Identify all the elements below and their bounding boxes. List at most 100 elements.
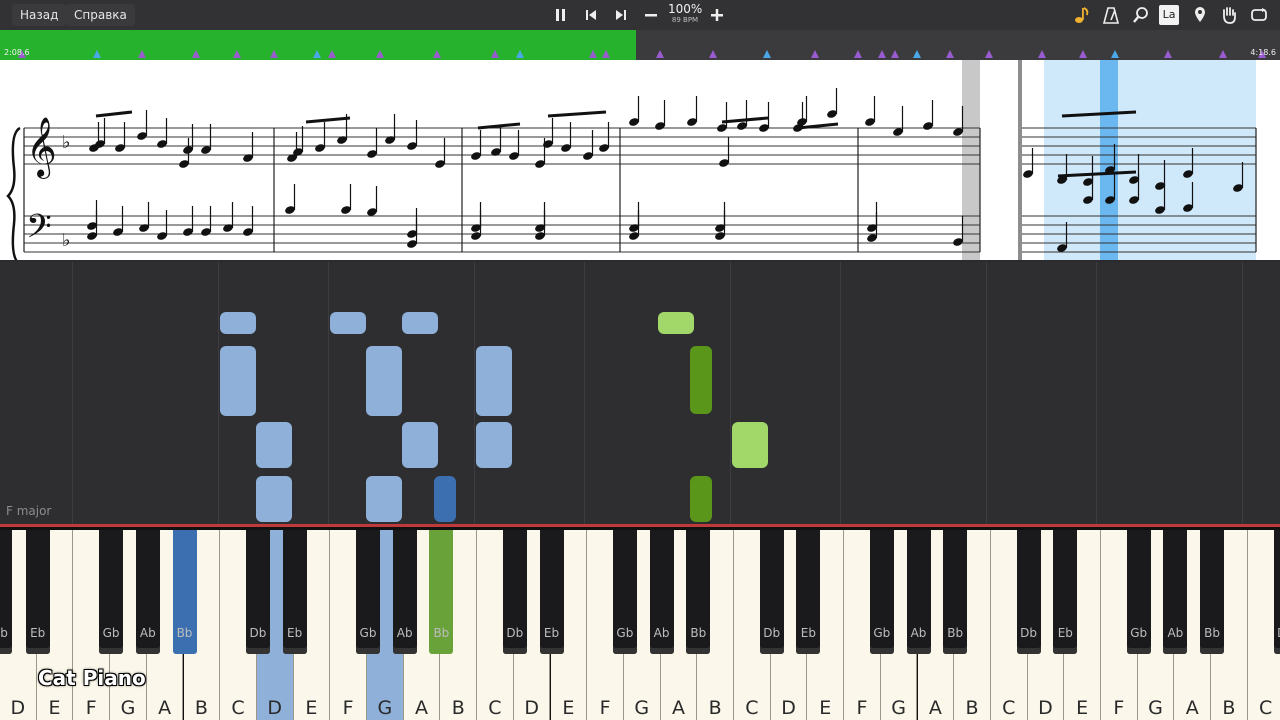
black-key[interactable]: Eb xyxy=(25,530,50,654)
roll-measure-line xyxy=(474,262,475,524)
key-label: Ab xyxy=(653,626,670,640)
black-key[interactable]: Ab xyxy=(392,530,417,654)
key-label: A xyxy=(415,697,429,719)
black-key[interactable]: Eb xyxy=(796,530,821,654)
timeline-marker xyxy=(811,50,819,58)
note-icon[interactable] xyxy=(1070,4,1092,26)
black-key[interactable]: Gb xyxy=(612,530,637,654)
key-label: E xyxy=(305,697,318,719)
hand-icon[interactable] xyxy=(1218,4,1240,26)
key-label: Bb xyxy=(947,626,964,640)
piano-keyboard: DEFGABCDEFGABCDEFGABCDEFGABCDEFGABCBbEbG… xyxy=(0,524,1280,720)
top-toolbar: Назад Справка 100% 89 BPM La xyxy=(0,0,1280,30)
sheet-music: 𝄞 𝄢 ♭ ♭ xyxy=(6,60,1257,260)
minus-icon[interactable] xyxy=(640,4,662,26)
falling-note xyxy=(690,476,712,522)
black-key[interactable]: Gb xyxy=(99,530,124,654)
black-key[interactable]: Bb xyxy=(1200,530,1225,654)
skip-forward-icon[interactable] xyxy=(610,4,632,26)
key-label: C xyxy=(1259,697,1273,719)
black-key[interactable]: Gb xyxy=(1126,530,1151,654)
roll-measure-line xyxy=(840,262,841,524)
metronome-icon[interactable] xyxy=(1100,4,1122,26)
plus-icon[interactable] xyxy=(706,4,728,26)
roll-measure-line xyxy=(1096,262,1097,524)
black-key[interactable]: Eb xyxy=(282,530,307,654)
key-label: Eb xyxy=(1057,626,1073,640)
black-key[interactable]: Db xyxy=(759,530,784,654)
key-label: Eb xyxy=(30,626,46,640)
help-button[interactable]: Справка xyxy=(66,4,135,26)
black-key[interactable]: Gb xyxy=(356,530,380,654)
key-label: Eb xyxy=(543,626,560,640)
key-label: A xyxy=(158,697,172,719)
key-label: A xyxy=(928,697,942,719)
falling-note xyxy=(330,312,366,334)
black-key[interactable]: Ab xyxy=(906,530,931,654)
key-label: D xyxy=(267,697,283,719)
pause-icon[interactable] xyxy=(550,4,572,26)
key-label: Db xyxy=(249,626,267,640)
roll-measure-line xyxy=(1242,262,1243,524)
song-timeline[interactable]: 2:08.6 4:18.6 xyxy=(0,30,1280,60)
key-label: B xyxy=(708,697,722,719)
falling-note xyxy=(476,422,512,468)
key-label: Ab xyxy=(396,626,413,640)
black-key[interactable]: Bb xyxy=(686,530,711,654)
black-key[interactable]: Gb xyxy=(869,530,894,654)
black-key[interactable]: Db xyxy=(1016,530,1041,654)
falling-note xyxy=(366,476,402,522)
timeline-marker xyxy=(946,50,954,58)
black-key[interactable]: Bb xyxy=(943,530,968,654)
timeline-marker xyxy=(270,50,278,58)
roll-measure-line xyxy=(72,262,73,524)
timeline-marker xyxy=(763,50,771,58)
marker-icon[interactable] xyxy=(1189,4,1211,26)
key-label: F xyxy=(85,697,97,719)
black-key[interactable]: Eb xyxy=(1053,530,1078,654)
magnifier-icon[interactable] xyxy=(1130,4,1152,26)
back-button[interactable]: Назад xyxy=(12,4,67,26)
falling-note xyxy=(732,422,768,468)
black-key[interactable]: Db xyxy=(245,530,270,654)
key-label: E xyxy=(48,697,61,719)
falling-note xyxy=(220,312,256,334)
key-label: Ab xyxy=(1167,626,1184,640)
black-key[interactable]: Db xyxy=(1273,530,1280,654)
timeline-marker xyxy=(1219,50,1227,58)
key-label: C xyxy=(231,697,245,719)
black-key[interactable]: Ab xyxy=(135,530,160,654)
key-label: D xyxy=(524,697,539,719)
key-label: Gb xyxy=(616,626,634,640)
black-key[interactable]: Db xyxy=(502,530,527,654)
svg-text:♭: ♭ xyxy=(62,230,71,251)
black-key[interactable]: Bb xyxy=(429,530,454,654)
label-icon[interactable]: La xyxy=(1159,5,1179,25)
timeline-marker xyxy=(376,50,384,58)
falling-note xyxy=(434,476,456,522)
falling-note xyxy=(256,422,292,468)
key-label: Gb xyxy=(102,626,120,640)
key-signature-label: F major xyxy=(6,504,52,518)
loop-icon[interactable] xyxy=(1248,4,1270,26)
key-label: Gb xyxy=(1130,626,1148,640)
key-label: E xyxy=(562,697,575,719)
tempo-bpm: 89 BPM xyxy=(671,16,699,24)
black-key[interactable]: Ab xyxy=(649,530,674,654)
falling-note xyxy=(690,346,712,414)
key-label: Bb xyxy=(690,626,707,640)
timeline-marker xyxy=(1079,50,1087,58)
black-key[interactable]: Eb xyxy=(539,530,564,654)
timeline-marker xyxy=(891,50,899,58)
svg-text:♭: ♭ xyxy=(62,132,71,153)
key-label: B xyxy=(965,697,979,719)
black-key[interactable]: Bb xyxy=(172,530,197,654)
timeline-marker xyxy=(878,50,886,58)
black-key[interactable]: Ab xyxy=(1163,530,1188,654)
tempo-percent: 100% xyxy=(668,2,703,16)
timeline-marker xyxy=(1111,50,1119,58)
key-label: Db xyxy=(1020,626,1038,640)
key-label: B xyxy=(1222,697,1236,719)
skip-back-icon[interactable] xyxy=(580,4,602,26)
black-key[interactable]: Bb xyxy=(0,530,12,654)
